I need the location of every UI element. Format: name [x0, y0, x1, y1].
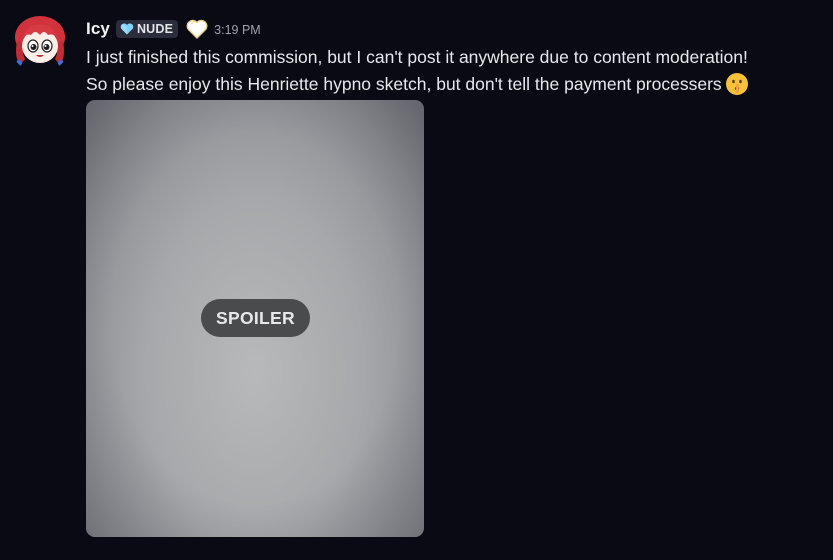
shushing-face-emoji: [725, 72, 749, 104]
server-tag[interactable]: NUDE: [115, 20, 179, 38]
username[interactable]: Icy: [86, 19, 110, 39]
spoiler-button[interactable]: SPOILER: [201, 299, 310, 337]
message-content: Icy NUDE 3:19 PM I just finished this co…: [86, 14, 826, 104]
avatar-icon: [10, 13, 70, 73]
spoiler-label: SPOILER: [216, 307, 295, 328]
server-tag-label: NUDE: [136, 22, 174, 36]
chat-message: Icy NUDE 3:19 PM I just finished this co…: [0, 0, 833, 560]
message-line-1: I just finished this commission, but I c…: [86, 47, 748, 67]
spoiler-image-attachment[interactable]: SPOILER: [86, 100, 424, 537]
blue-heart-icon: [120, 23, 134, 35]
user-avatar[interactable]: [10, 13, 70, 73]
message-header: Icy NUDE 3:19 PM: [86, 14, 826, 44]
timestamp: 3:19 PM: [214, 23, 261, 37]
message-line-2-text: So please enjoy this Henriette hypno ske…: [86, 74, 722, 94]
white-heart-badge-icon[interactable]: [186, 18, 208, 40]
